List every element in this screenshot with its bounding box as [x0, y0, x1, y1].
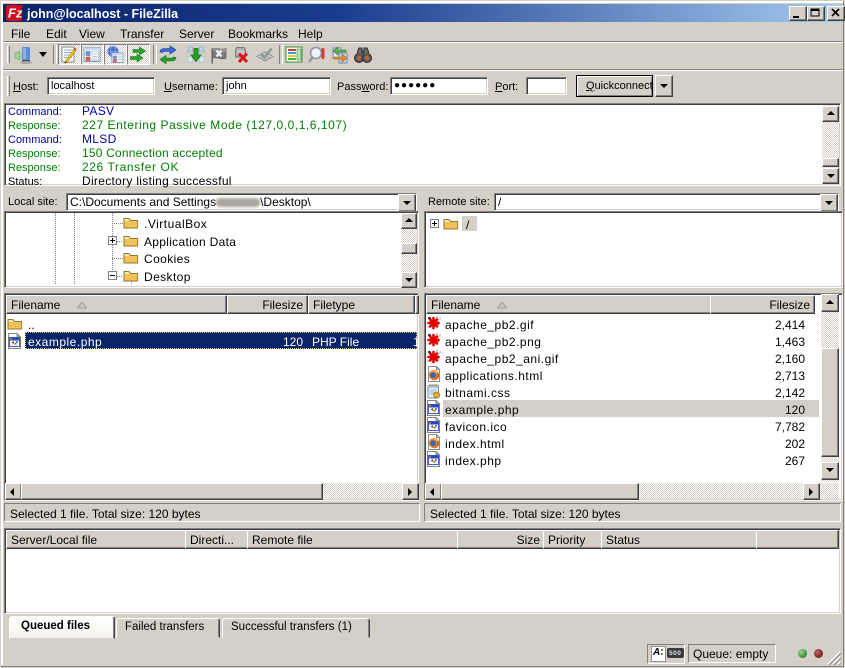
- svg-text:Fz: Fz: [8, 6, 22, 21]
